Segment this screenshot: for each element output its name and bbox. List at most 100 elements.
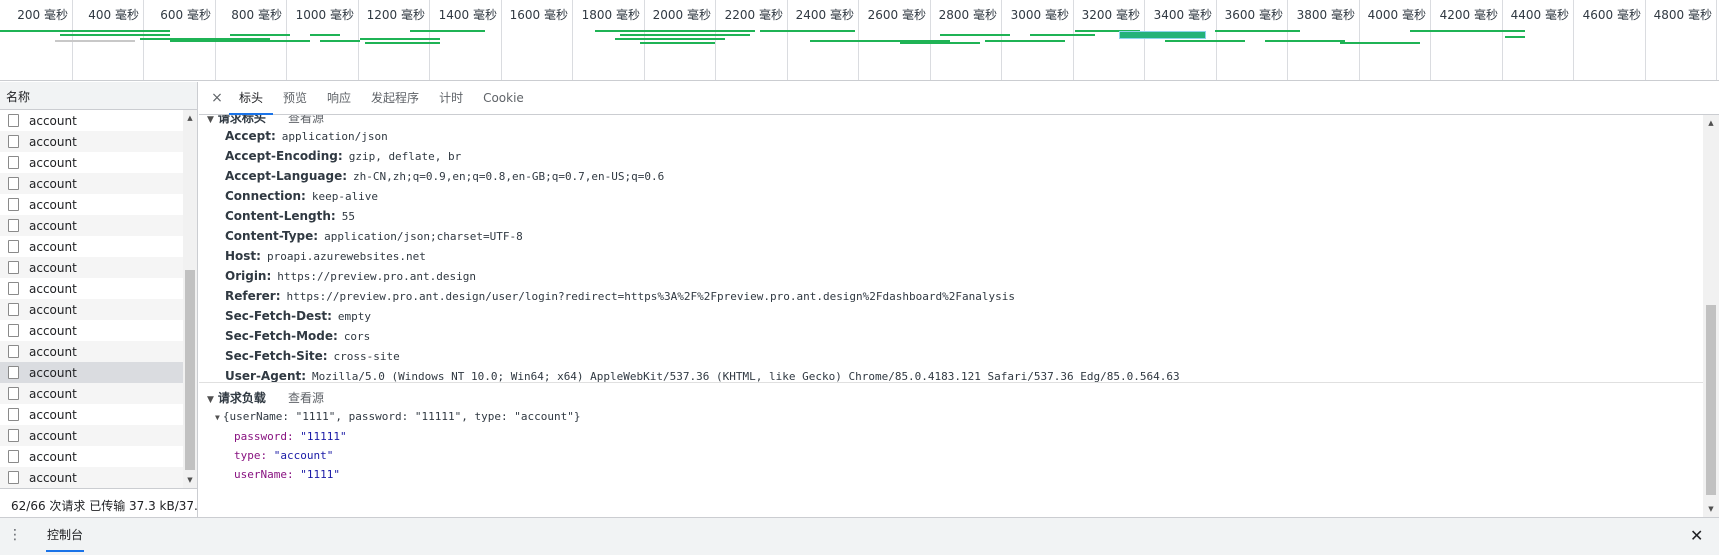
collapse-triangle-icon[interactable]: ▼ <box>207 115 214 125</box>
details-tab[interactable]: 发起程序 <box>361 82 429 115</box>
console-drawer-tab[interactable]: 控制台 <box>46 518 85 552</box>
timeline-request-bar[interactable] <box>410 30 485 32</box>
request-header-row[interactable]: Referer: https://preview.pro.ant.design/u… <box>225 289 1015 303</box>
timeline-request-bar[interactable] <box>1470 30 1525 32</box>
details-tab[interactable]: 计时 <box>429 82 473 115</box>
timeline-request-bar[interactable] <box>60 34 170 36</box>
timeline-request-bar[interactable] <box>1165 40 1245 42</box>
request-row[interactable]: account <box>0 446 183 467</box>
request-row[interactable]: account <box>0 404 183 425</box>
request-row[interactable]: account <box>0 320 183 341</box>
request-row[interactable]: account <box>0 173 183 194</box>
scroll-down-arrow-icon[interactable]: ▼ <box>183 474 197 486</box>
timeline-request-bar[interactable] <box>1505 36 1525 38</box>
details-tab[interactable]: 标头 <box>229 82 274 115</box>
timeline-request-bar[interactable] <box>1215 30 1300 32</box>
timeline-request-bar[interactable] <box>310 34 340 36</box>
timeline-request-bar[interactable] <box>55 40 135 42</box>
request-row[interactable]: account <box>0 131 183 152</box>
request-list-scrollbar[interactable]: ▲ ▼ <box>183 110 197 488</box>
timeline-selection[interactable] <box>1119 31 1206 39</box>
request-name: account <box>29 218 77 233</box>
timeline-request-bar[interactable] <box>595 30 755 32</box>
timeline-request-bar[interactable] <box>900 42 980 44</box>
timeline-request-bar[interactable] <box>940 34 1010 36</box>
name-column-header[interactable]: 名称 <box>0 82 197 110</box>
timeline-request-bar[interactable] <box>100 30 170 32</box>
request-row[interactable]: account <box>0 236 183 257</box>
view-source-link[interactable]: 查看源 <box>288 115 324 125</box>
payload-summary-text: {userName: "1111", password: "11111", ty… <box>222 410 581 423</box>
request-row[interactable]: account <box>0 194 183 215</box>
scroll-down-arrow-icon[interactable]: ▼ <box>1703 503 1719 515</box>
details-scrollbar[interactable]: ▲ ▼ <box>1703 115 1719 517</box>
timeline-request-bar[interactable] <box>1265 40 1345 42</box>
timeline-request-bar[interactable] <box>1030 34 1095 36</box>
payload-summary[interactable]: ▼ {userName: "1111", password: "11111", t… <box>215 410 580 423</box>
details-tab[interactable]: Cookie <box>473 82 534 115</box>
close-details-icon[interactable]: × <box>205 90 229 106</box>
request-row[interactable]: account <box>0 257 183 278</box>
request-row[interactable]: account <box>0 383 183 404</box>
timeline-request-bar[interactable] <box>615 38 725 40</box>
timeline-tick-label: 2400 毫秒 <box>795 8 854 22</box>
request-header-row[interactable]: Accept-Language: zh-CN,zh;q=0.9,en;q=0.8,… <box>225 169 664 183</box>
request-header-row[interactable]: Connection: keep-alive <box>225 189 378 203</box>
request-header-row[interactable]: Origin: https://preview.pro.ant.design <box>225 269 476 283</box>
payload-field[interactable]: password: "11111" <box>234 430 347 443</box>
network-overview-timeline[interactable]: 200 毫秒 400 毫秒 600 毫秒 800 毫秒 1000 毫秒 1200 毫秒 14… <box>0 0 1719 81</box>
timeline-request-bar[interactable] <box>365 42 440 44</box>
details-tab[interactable]: 响应 <box>317 82 361 115</box>
request-headers-section-header[interactable]: ▼ 请求标头 查看源 <box>207 115 324 126</box>
payload-field[interactable]: type: "account" <box>234 449 333 462</box>
timeline-request-bar[interactable] <box>360 38 440 40</box>
timeline-tick-label: 2600 毫秒 <box>867 8 926 22</box>
payload-section-header[interactable]: ▼ 请求负载 查看源 <box>207 389 324 406</box>
request-header-row[interactable]: Sec-Fetch-Site: cross-site <box>225 349 400 363</box>
timeline-request-bar[interactable] <box>985 40 1065 42</box>
more-tools-icon[interactable]: ⋮ <box>8 527 23 543</box>
request-type-icon <box>8 324 19 337</box>
request-name: account <box>29 260 77 275</box>
timeline-tick-label: 200 毫秒 <box>17 8 68 22</box>
payload-field[interactable]: userName: "1111" <box>234 468 340 481</box>
request-row[interactable]: account <box>0 110 183 131</box>
payload-view-source-link[interactable]: 查看源 <box>288 391 324 405</box>
request-header-row[interactable]: Sec-Fetch-Dest: empty <box>225 309 371 323</box>
request-row[interactable]: account <box>0 341 183 362</box>
expand-triangle-icon[interactable]: ▼ <box>215 413 220 422</box>
timeline-tick-label: 1200 毫秒 <box>366 8 425 22</box>
request-row[interactable]: account <box>0 152 183 173</box>
request-header-row[interactable]: Content-Type: application/json;charset=UT… <box>225 229 523 243</box>
scrollbar-thumb[interactable] <box>185 270 195 470</box>
request-row[interactable]: account <box>0 299 183 320</box>
timeline-request-bar[interactable] <box>230 34 290 36</box>
scroll-up-arrow-icon[interactable]: ▲ <box>183 112 197 124</box>
request-row[interactable]: account <box>0 425 183 446</box>
details-tab[interactable]: 预览 <box>273 82 317 115</box>
timeline-request-bar[interactable] <box>700 34 750 36</box>
timeline-request-bar[interactable] <box>760 30 855 32</box>
header-value: cors <box>343 330 371 343</box>
timeline-request-bar[interactable] <box>270 40 310 42</box>
request-header-row[interactable]: Sec-Fetch-Mode: cors <box>225 329 370 343</box>
timeline-request-bar[interactable] <box>640 42 715 44</box>
request-header-row[interactable]: User-Agent: Mozilla/5.0 (Windows NT 10.0;… <box>225 369 1180 383</box>
request-header-row[interactable]: Host: proapi.azurewebsites.net <box>225 249 426 263</box>
request-row[interactable]: account <box>0 215 183 236</box>
request-row[interactable]: account <box>0 467 183 488</box>
timeline-request-bar[interactable] <box>170 40 270 42</box>
request-name: account <box>29 386 77 401</box>
request-row[interactable]: account <box>0 362 183 383</box>
request-header-row[interactable]: Accept: application/json <box>225 129 388 143</box>
request-row[interactable]: account <box>0 278 183 299</box>
timeline-request-bar[interactable] <box>1340 42 1420 44</box>
request-header-row[interactable]: Accept-Encoding: gzip, deflate, br <box>225 149 461 163</box>
collapse-triangle-icon[interactable]: ▼ <box>207 395 214 405</box>
payload-value: "11111" <box>300 430 347 443</box>
close-drawer-icon[interactable]: ✕ <box>1690 526 1703 545</box>
timeline-request-bar[interactable] <box>320 40 360 42</box>
request-header-row[interactable]: Content-Length: 55 <box>225 209 355 223</box>
scroll-up-arrow-icon[interactable]: ▲ <box>1703 117 1719 129</box>
details-scrollbar-thumb[interactable] <box>1706 305 1716 495</box>
